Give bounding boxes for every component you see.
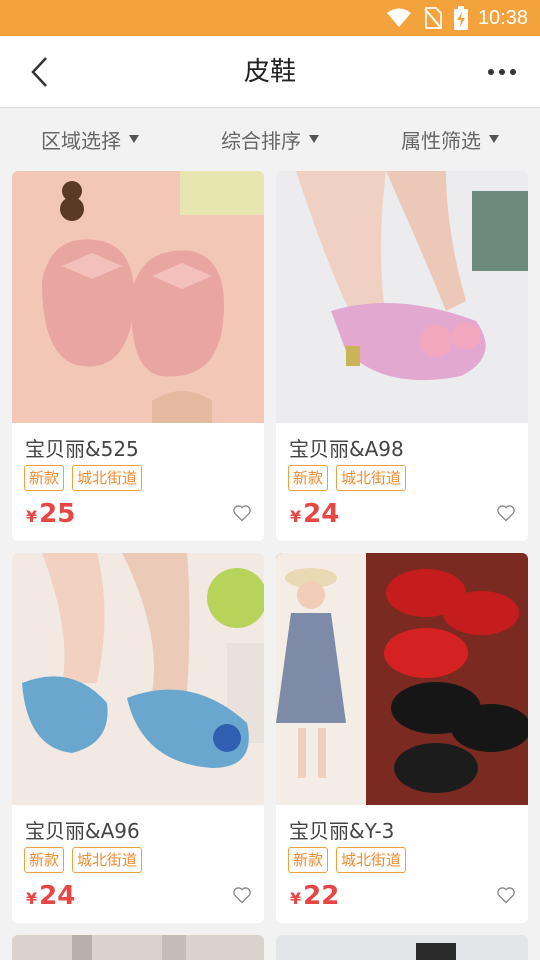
product-tags: 新款 城北街道 bbox=[24, 465, 150, 491]
price-value: 22 bbox=[303, 881, 340, 911]
heart-icon[interactable] bbox=[232, 503, 252, 523]
filter-sort-label: 综合排序 bbox=[221, 128, 301, 153]
currency-symbol: ¥ bbox=[290, 889, 302, 908]
filter-sort-dropdown[interactable]: 综合排序 bbox=[180, 109, 360, 169]
product-tags: 新款 城北街道 bbox=[24, 847, 150, 873]
tag-new: 新款 bbox=[288, 465, 329, 491]
tag-location: 城北街道 bbox=[336, 847, 407, 873]
battery-charging-icon bbox=[453, 6, 468, 30]
product-name: 宝贝丽&A96 bbox=[25, 819, 140, 843]
clock: 10:38 bbox=[477, 6, 528, 29]
heart-icon[interactable] bbox=[496, 885, 516, 905]
product-card[interactable]: 宝贝丽&A98 新款 城北街道 ¥ 24 bbox=[276, 171, 528, 541]
product-image bbox=[276, 171, 528, 423]
filter-region-label: 区域选择 bbox=[41, 128, 121, 153]
tag-location: 城北街道 bbox=[336, 465, 407, 491]
product-tags: 新款 城北街道 bbox=[288, 847, 414, 873]
product-card-partial[interactable] bbox=[12, 935, 264, 960]
price-value: 24 bbox=[39, 881, 76, 911]
status-bar: 10:38 bbox=[0, 0, 540, 36]
product-card[interactable]: 宝贝丽&A96 新款 城北街道 ¥ 24 bbox=[12, 553, 264, 923]
filter-bar: 区域选择 综合排序 属性筛选 bbox=[0, 109, 540, 169]
caret-down-icon bbox=[129, 135, 139, 143]
product-name: 宝贝丽&525 bbox=[25, 437, 139, 461]
wifi-icon bbox=[386, 8, 412, 28]
heart-icon[interactable] bbox=[232, 885, 252, 905]
product-price: ¥ 24 bbox=[26, 881, 75, 911]
product-card[interactable]: 宝贝丽&525 新款 城北街道 ¥ 25 bbox=[12, 171, 264, 541]
product-tags: 新款 城北街道 bbox=[288, 465, 414, 491]
product-price: ¥ 22 bbox=[290, 881, 339, 911]
more-options-button[interactable] bbox=[482, 52, 522, 92]
more-dots-icon bbox=[488, 69, 516, 75]
page-title: 皮鞋 bbox=[243, 57, 296, 87]
currency-symbol: ¥ bbox=[290, 507, 302, 526]
tag-location: 城北街道 bbox=[72, 847, 143, 873]
price-value: 25 bbox=[39, 499, 76, 529]
product-name: 宝贝丽&A98 bbox=[289, 437, 404, 461]
product-name: 宝贝丽&Y-3 bbox=[289, 819, 395, 843]
filter-attributes-label: 属性筛选 bbox=[401, 128, 481, 153]
product-price: ¥ 25 bbox=[26, 499, 75, 529]
price-value: 24 bbox=[303, 499, 340, 529]
caret-down-icon bbox=[309, 135, 319, 143]
tag-new: 新款 bbox=[288, 847, 329, 873]
product-card[interactable]: 宝贝丽&Y-3 新款 城北街道 ¥ 22 bbox=[276, 553, 528, 923]
product-card-partial[interactable] bbox=[276, 935, 528, 960]
caret-down-icon bbox=[489, 135, 499, 143]
product-image bbox=[12, 171, 264, 423]
tag-new: 新款 bbox=[24, 847, 65, 873]
tag-new: 新款 bbox=[24, 465, 65, 491]
heart-icon[interactable] bbox=[496, 503, 516, 523]
no-sim-icon bbox=[424, 7, 442, 29]
currency-symbol: ¥ bbox=[26, 507, 38, 526]
product-price: ¥ 24 bbox=[290, 499, 339, 529]
filter-attributes-dropdown[interactable]: 属性筛选 bbox=[360, 109, 540, 169]
product-image bbox=[276, 553, 528, 805]
tag-location: 城北街道 bbox=[72, 465, 143, 491]
filter-region-dropdown[interactable]: 区域选择 bbox=[0, 109, 180, 169]
product-image bbox=[12, 553, 264, 805]
currency-symbol: ¥ bbox=[26, 889, 38, 908]
top-nav-bar: 皮鞋 bbox=[0, 36, 540, 108]
